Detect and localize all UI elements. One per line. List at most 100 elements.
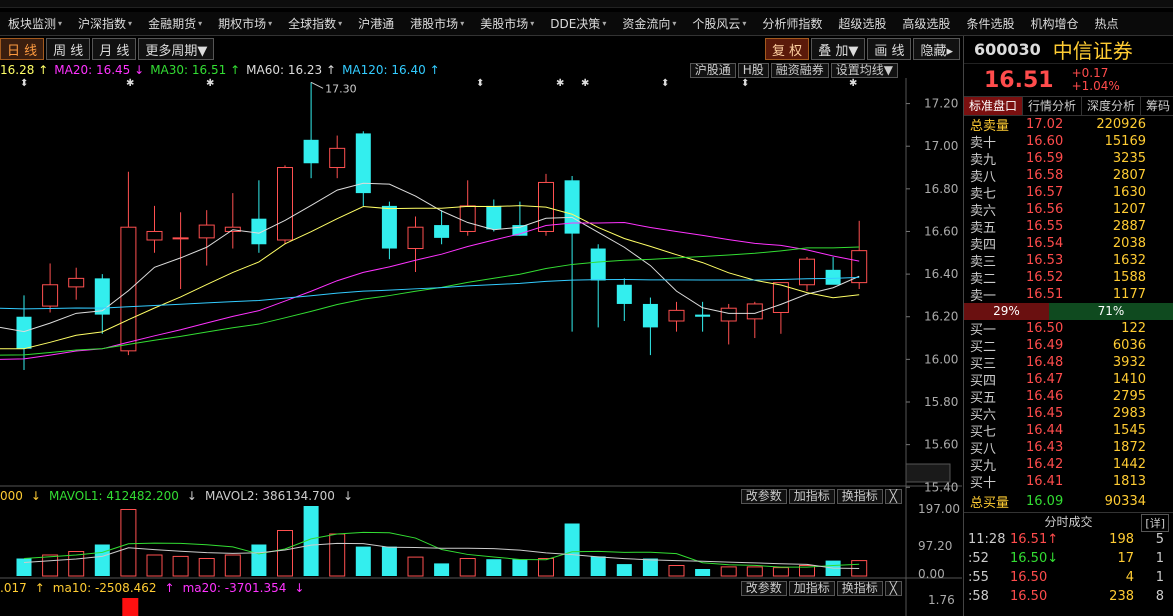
volume-bar-down <box>642 558 658 576</box>
dropdown-arrow-icon: ▾ <box>58 19 63 28</box>
menu-item-label: 资金流向 <box>622 17 671 31</box>
menu-item-14[interactable]: 条件选股 <box>958 12 1022 35</box>
bid-row[interactable]: 买二 16.49 6036 <box>964 337 1173 355</box>
ask-price: 16.59 <box>1026 151 1064 166</box>
candle-body-up <box>407 226 424 250</box>
ind-add-indicator-button[interactable]: 加指标 <box>788 580 835 596</box>
event-marker-icon: ⬍ <box>661 78 669 89</box>
draw-line-button[interactable]: 画 线 <box>867 38 912 60</box>
ma-legend-0: 16.28 ↑ <box>0 63 49 77</box>
ind-change-params-button[interactable]: 改参数 <box>740 580 787 596</box>
candle-body-down <box>486 205 502 230</box>
ask-row[interactable]: 卖六 16.56 1207 <box>964 201 1173 219</box>
adjust-rights-button[interactable]: 复 权 <box>765 38 810 60</box>
bid-row[interactable]: 买八 16.43 1872 <box>964 439 1173 457</box>
menu-item-4[interactable]: 全球指数 ▾ <box>280 12 350 35</box>
bid-row[interactable]: 买七 16.44 1545 <box>964 422 1173 440</box>
vol-switch-indicator-button[interactable]: 换指标 <box>836 488 883 504</box>
menu-item-10[interactable]: 个股风云 ▾ <box>684 12 754 35</box>
ask-row[interactable]: 卖二 16.52 1588 <box>964 269 1173 287</box>
tab-chips[interactable]: 筹码 <box>1141 97 1173 115</box>
bid-vol: 1410 <box>1112 372 1146 387</box>
overlay-button[interactable]: 叠 加▼ <box>811 38 866 60</box>
period-day-button[interactable]: 日 线 <box>0 38 45 60</box>
menu-item-0[interactable]: 板块监测 ▾ <box>0 12 70 35</box>
volume-bar-down <box>16 558 32 576</box>
ask-row[interactable]: 卖十 16.60 15169 <box>964 133 1173 151</box>
tab-standard-book[interactable]: 标准盘口 <box>964 97 1024 115</box>
tab-depth-analysis[interactable]: 深度分析 <box>1082 97 1142 115</box>
bid-row[interactable]: 买十 16.41 1813 <box>964 473 1173 491</box>
volume-bar-down <box>486 559 502 576</box>
bid-row[interactable]: 买一 16.50 122 <box>964 320 1173 338</box>
candle-body-up <box>720 307 737 322</box>
trades-detail-button[interactable]: [详] <box>1141 514 1169 532</box>
volume-tick-label: 0.00 <box>918 567 945 581</box>
bid-vol: 2983 <box>1112 406 1146 421</box>
menu-item-1[interactable]: 沪深指数 ▾ <box>70 12 140 35</box>
ask-row[interactable]: 卖三 16.53 1632 <box>964 252 1173 270</box>
dropdown-arrow-icon: ▾ <box>338 19 343 28</box>
menu-item-9[interactable]: 资金流向 ▾ <box>614 12 684 35</box>
ask-price: 16.53 <box>1026 253 1064 268</box>
candle-body-down <box>16 316 32 349</box>
ask-vol: 1207 <box>1112 202 1146 217</box>
ma-legend-2: MA30: 16.51 ↑ <box>150 63 241 77</box>
volume-bar-up <box>668 565 685 577</box>
kline-chart-area[interactable]: 17.20 17.00 16.80 16.60 16.40 16.20 16.00 15.80… <box>0 78 962 616</box>
dropdown-arrow-icon: ▾ <box>268 19 273 28</box>
kline-chart-svg[interactable]: 17.20 17.00 16.80 16.60 16.40 16.20 16.00 15.80… <box>0 78 962 616</box>
quote-tabs: 标准盘口 行情分析 深度分析 筹码 <box>964 96 1173 116</box>
h-share-button[interactable]: H股 <box>737 62 769 78</box>
menu-item-12[interactable]: 超级选股 <box>830 12 894 35</box>
menu-item-2[interactable]: 金融期货 ▾ <box>140 12 210 35</box>
bid-row[interactable]: 买四 16.47 1410 <box>964 371 1173 389</box>
price-row: 16.51 +0.17 +1.04% <box>964 64 1173 96</box>
ask-row[interactable]: 卖七 16.57 1630 <box>964 184 1173 202</box>
menu-item-15[interactable]: 机构增仓 <box>1022 12 1086 35</box>
menu-item-7[interactable]: 美股市场 ▾ <box>472 12 542 35</box>
ask-row[interactable]: 卖一 16.51 1177 <box>964 286 1173 304</box>
candle-body-down <box>590 248 606 281</box>
ask-row[interactable]: 卖八 16.58 2807 <box>964 167 1173 185</box>
ma-settings-button[interactable]: 设置均线▼ <box>830 62 898 78</box>
ind-switch-indicator-button[interactable]: 换指标 <box>836 580 883 596</box>
change-value: +0.17 <box>1071 66 1109 80</box>
menu-item-3[interactable]: 期权市场 ▾ <box>210 12 280 35</box>
menu-item-8[interactable]: DDE决策 ▾ <box>542 12 614 35</box>
trade-row: :52 16.50↓ 17 1 <box>964 549 1173 568</box>
vol-add-indicator-button[interactable]: 加指标 <box>788 488 835 504</box>
vol-close-button[interactable]: ╳ <box>884 488 902 504</box>
candle-body-down <box>251 218 267 245</box>
bid-price: 16.48 <box>1026 355 1064 370</box>
trade-price-value: 16.51 <box>1010 532 1048 547</box>
tab-market-analysis[interactable]: 行情分析 <box>1023 97 1083 115</box>
menu-item-5[interactable]: 沪港通 <box>350 12 402 35</box>
vol-legend-mavol1: MAVOL1: 412482.200 <box>48 489 179 503</box>
ind-close-button[interactable]: ╳ <box>884 580 902 596</box>
ask-row[interactable]: 卖四 16.54 2038 <box>964 235 1173 253</box>
menu-item-16[interactable]: 热点 <box>1086 12 1126 35</box>
bid-price: 16.43 <box>1026 440 1064 455</box>
menu-item-11[interactable]: 分析师指数 <box>754 12 830 35</box>
period-month-button[interactable]: 月 线 <box>92 38 137 60</box>
period-week-button[interactable]: 周 线 <box>46 38 91 60</box>
menu-item-6[interactable]: 港股市场 ▾ <box>402 12 472 35</box>
bid-row[interactable]: 买三 16.48 3932 <box>964 354 1173 372</box>
ask-row[interactable]: 卖九 16.59 3235 <box>964 150 1173 168</box>
hide-panel-button[interactable]: 隐藏▸ <box>913 38 960 60</box>
ask-row[interactable]: 卖五 16.55 2887 <box>964 218 1173 236</box>
margin-trading-button[interactable]: 融资融券 <box>770 62 829 78</box>
vol-change-params-button[interactable]: 改参数 <box>740 488 787 504</box>
bid-row[interactable]: 买九 16.42 1442 <box>964 456 1173 474</box>
bid-row[interactable]: 买六 16.45 2983 <box>964 405 1173 423</box>
high-marker-leader <box>310 81 324 89</box>
menu-item-label: 超级选股 <box>838 17 887 31</box>
volume-bar-up <box>42 554 59 577</box>
hk-connect-button[interactable]: 沪股通 <box>689 62 736 78</box>
price-tick-label: 16.20 <box>924 310 958 324</box>
more-periods-button[interactable]: 更多周期▼ <box>138 38 215 60</box>
menu-item-13[interactable]: 高级选股 <box>894 12 958 35</box>
dropdown-arrow-icon: ▾ <box>460 19 465 28</box>
bid-row[interactable]: 买五 16.46 2795 <box>964 388 1173 406</box>
